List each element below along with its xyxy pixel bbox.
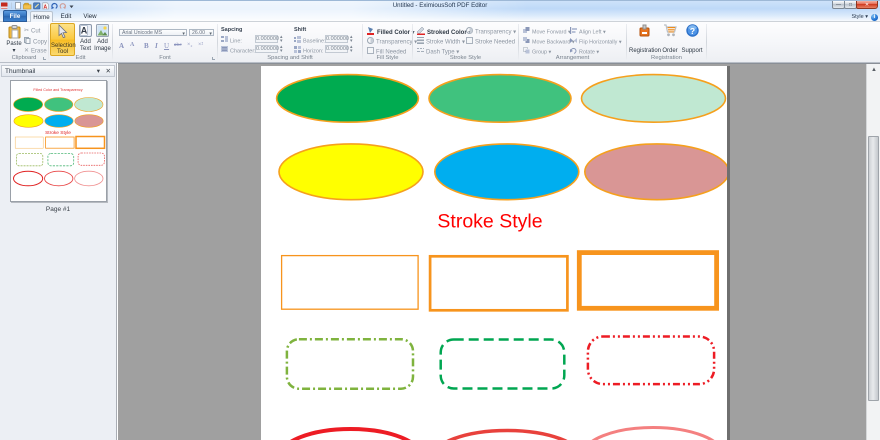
svg-text:A: A [81, 26, 88, 36]
svg-text:?: ? [689, 26, 694, 36]
svg-text:Filled Color and Transparency: Filled Color and Transparency [33, 88, 82, 92]
svg-text:Stroke Style: Stroke Style [437, 211, 542, 233]
svg-text:Stroke Style: Stroke Style [45, 130, 71, 136]
